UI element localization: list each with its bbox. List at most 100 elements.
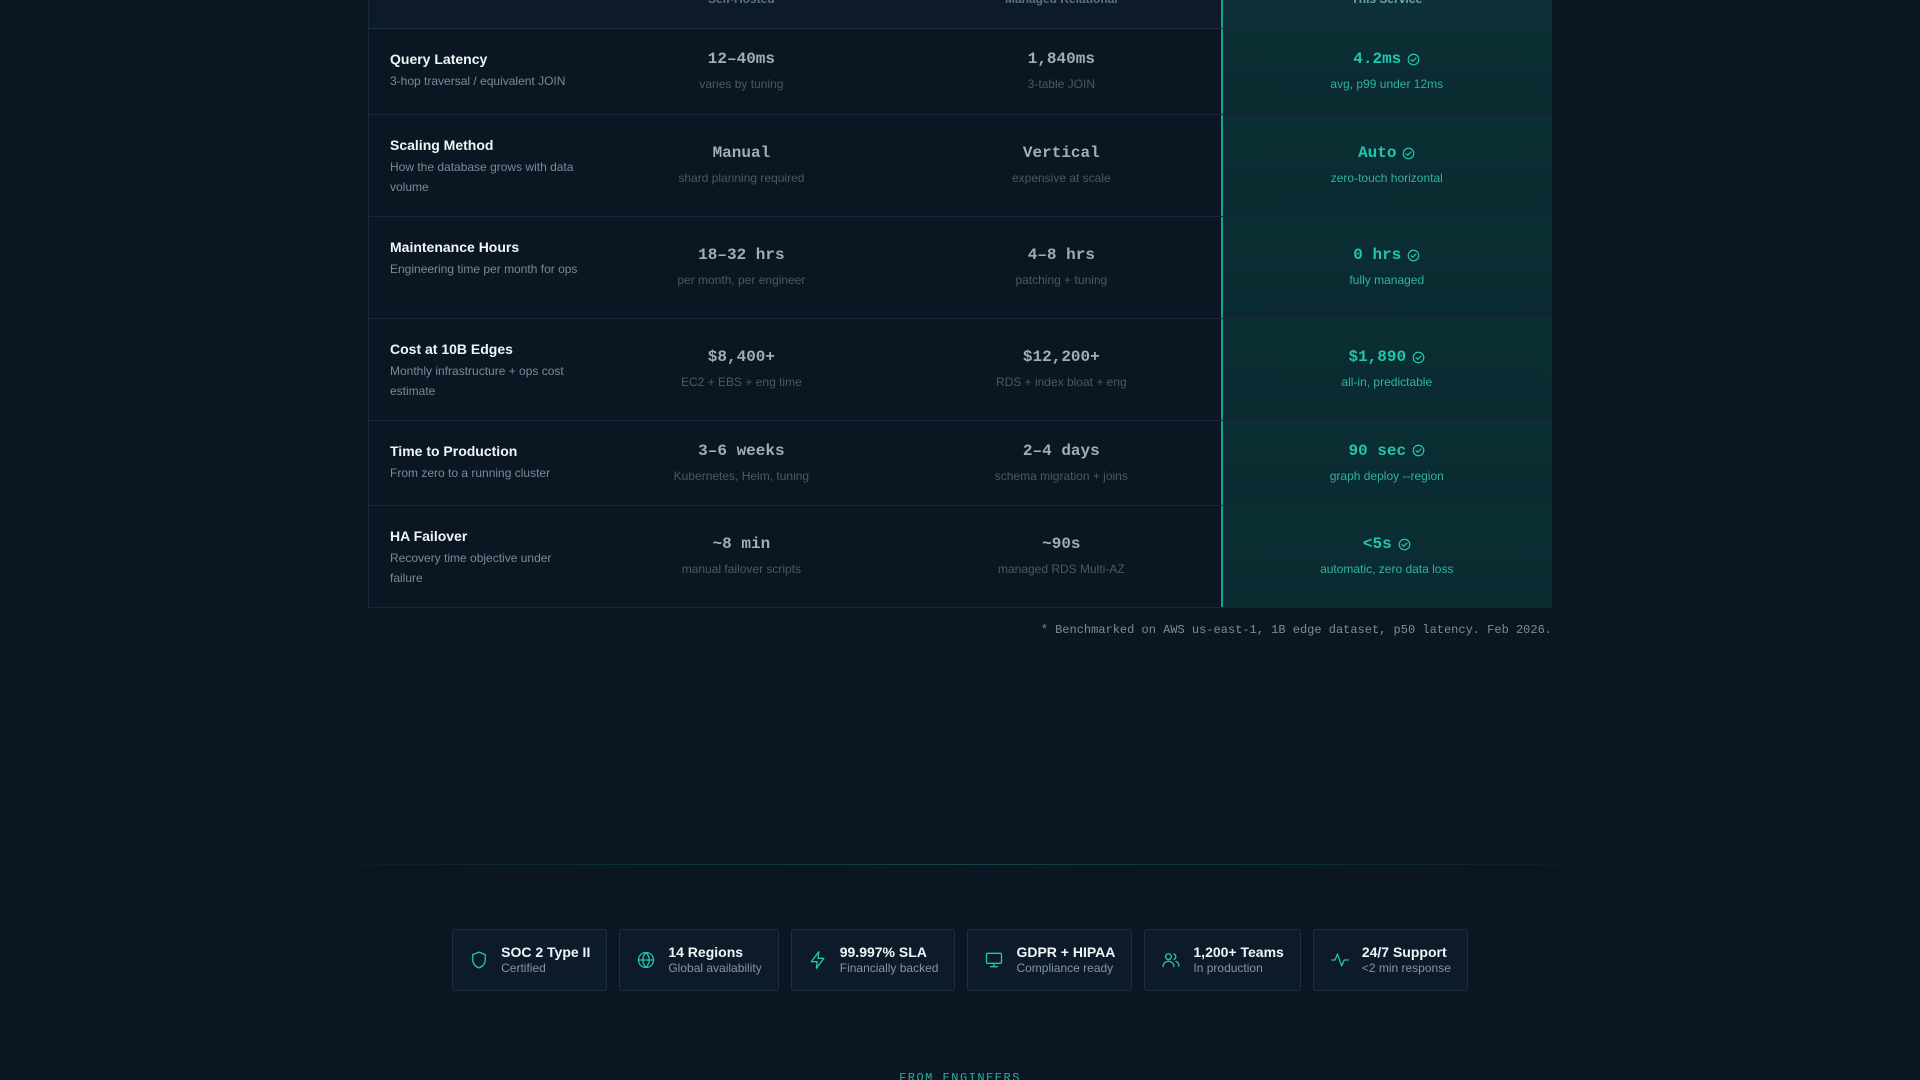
feature-title: Scaling Method — [390, 137, 494, 153]
self-hosted-cell: 3–6 weeks Kubernetes, Helm, tuning — [581, 421, 902, 505]
table-row: HA Failover Recovery time objective unde… — [369, 505, 1551, 607]
header-feature — [369, 0, 581, 28]
feature-cell: Maintenance Hours Engineering time per m… — [369, 217, 581, 318]
check-circle-icon — [1412, 444, 1425, 457]
table-body: Query Latency 3-hop traversal / equivale… — [368, 29, 1552, 608]
comparison-table: Self-Hosted Managed Relational This Serv… — [368, 0, 1552, 608]
feature-description: 3-hop traversal / equivalent JOIN — [390, 74, 566, 88]
header-managed-relational: Managed Relational — [902, 0, 1220, 28]
cell-value: 3–6 weeks — [698, 441, 785, 460]
users-icon — [1162, 953, 1180, 968]
service-cell: <5s automatic, zero data loss — [1220, 506, 1551, 607]
table-header: Self-Hosted Managed Relational This Serv… — [368, 0, 1552, 29]
cell-value: Auto — [1358, 144, 1397, 162]
shield-icon — [472, 951, 487, 969]
badge-title: 14 Regions — [668, 944, 744, 960]
cell-value: 18–32 hrs — [698, 246, 785, 264]
badge-title: SOC 2 Type II — [501, 944, 591, 960]
check-circle-icon — [1398, 538, 1411, 550]
header-self-hosted: Self-Hosted — [581, 0, 902, 28]
service-cell: Auto zero-touch horizontal — [1220, 115, 1551, 216]
feature-description: How the database grows with data volume — [390, 160, 574, 194]
table-row: Query Latency 3-hop traversal / equivale… — [369, 29, 1551, 114]
cell-note: patching + tuning — [1015, 273, 1108, 287]
cell-value: 2–4 days — [1022, 441, 1100, 460]
cell-value: $8,400+ — [707, 348, 775, 366]
table-row: Time to Production From zero to a runnin… — [369, 420, 1551, 505]
managed-cell: 1,840ms 3-table JOIN — [902, 29, 1220, 114]
cell-note: zero-touch horizontal — [1330, 171, 1443, 185]
feature-description: From zero to a running cluster — [390, 466, 551, 480]
cell-note: 3-table JOIN — [1027, 77, 1096, 91]
service-cell: 0 hrs fully managed — [1220, 217, 1551, 318]
cell-note: expensive at scale — [1011, 171, 1111, 185]
badge-regions: 14 Regions Global availability — [619, 929, 779, 991]
cell-value: 0 hrs — [1353, 246, 1402, 264]
feature-cell: Query Latency 3-hop traversal / equivale… — [369, 29, 581, 114]
self-hosted-cell: ~8 min manual failover scripts — [581, 506, 902, 607]
activity-icon — [1330, 953, 1349, 967]
eyebrow-label: FROM ENGINEERS — [899, 1071, 1021, 1080]
check-circle-icon — [1407, 53, 1420, 65]
service-cell: 90 sec graph deploy --region — [1220, 421, 1551, 505]
managed-cell: $12,200+ RDS + index bloat + eng — [902, 319, 1220, 420]
feature-description: Monthly infrastructure + ops cost estima… — [390, 364, 564, 398]
managed-cell: 2–4 days schema migration + joins — [902, 421, 1220, 505]
table-row: Cost at 10B Edges Monthly infrastructure… — [369, 318, 1551, 420]
badge-subtitle: Compliance ready — [1016, 961, 1114, 975]
bolt-icon — [810, 951, 825, 969]
badge-sla: 99.997% SLA Financially backed — [790, 929, 956, 991]
cell-note: avg, p99 under 12ms — [1330, 77, 1444, 91]
cell-note: fully managed — [1349, 273, 1425, 287]
badge-subtitle: <2 min response — [1361, 961, 1451, 975]
badge-subtitle: Global availability — [668, 961, 762, 975]
self-hosted-cell: 12–40ms varies by tuning — [581, 29, 902, 114]
service-cell: $1,890 all-in, predictable — [1220, 319, 1551, 420]
cell-note: Kubernetes, Helm, tuning — [673, 468, 810, 483]
cell-note: varies by tuning — [699, 77, 784, 91]
cell-note: all-in, predictable — [1341, 375, 1433, 389]
managed-cell: 4–8 hrs patching + tuning — [902, 217, 1220, 318]
benchmark-footnote: * Benchmarked on AWS us-east-1, 1B edge … — [1040, 623, 1552, 637]
badge-subtitle: Certified — [501, 961, 546, 975]
cell-value: Vertical — [1022, 144, 1100, 162]
badge-title: 1,200+ Teams — [1193, 944, 1284, 960]
cell-value: 4.2ms — [1353, 50, 1402, 68]
feature-title: HA Failover — [390, 528, 468, 544]
cell-value: Manual — [712, 144, 771, 162]
monitor-icon — [986, 952, 1003, 968]
self-hosted-cell: Manual shard planning required — [581, 115, 902, 216]
badge-support: 24/7 Support <2 min response — [1312, 929, 1468, 991]
feature-description: Engineering time per month for ops — [390, 262, 578, 276]
feature-cell: Scaling Method How the database grows wi… — [369, 115, 581, 216]
badge-subtitle: Financially backed — [839, 961, 939, 975]
feature-title: Time to Production — [390, 443, 518, 459]
feature-title: Cost at 10B Edges — [390, 341, 513, 357]
globe-icon — [638, 951, 655, 969]
cell-note: automatic, zero data loss — [1320, 562, 1454, 576]
trust-badges: SOC 2 Type II Certified 14 Regions Globa… — [0, 929, 1920, 991]
service-cell: 4.2ms avg, p99 under 12ms — [1220, 29, 1551, 114]
feature-cell: Time to Production From zero to a runnin… — [369, 421, 581, 505]
feature-cell: Cost at 10B Edges Monthly infrastructure… — [369, 319, 581, 420]
cell-value: <5s — [1362, 535, 1392, 553]
cell-note: RDS + index bloat + eng — [995, 375, 1127, 389]
badge-title: 99.997% SLA — [839, 944, 927, 960]
header-this-service: This Service — [1220, 0, 1551, 28]
feature-cell: HA Failover Recovery time objective unde… — [369, 506, 581, 607]
check-circle-icon — [1403, 147, 1415, 159]
check-circle-icon — [1407, 249, 1420, 261]
section-divider — [240, 864, 1680, 865]
cell-value: ~8 min — [712, 535, 771, 553]
cell-value: ~90s — [1042, 535, 1081, 553]
cell-value: 90 sec — [1348, 441, 1407, 460]
cell-note: schema migration + joins — [994, 468, 1128, 483]
cell-note: managed RDS Multi-AZ — [997, 562, 1125, 576]
badge-soc2: SOC 2 Type II Certified — [452, 929, 608, 991]
self-hosted-cell: $8,400+ EC2 + EBS + eng time — [581, 319, 902, 420]
check-circle-icon — [1412, 351, 1425, 363]
cell-value: 1,840ms — [1027, 50, 1095, 68]
table-row: Scaling Method How the database grows wi… — [369, 114, 1551, 216]
cell-value: 12–40ms — [707, 50, 775, 68]
badge-teams: 1,200+ Teams In production — [1144, 929, 1301, 991]
